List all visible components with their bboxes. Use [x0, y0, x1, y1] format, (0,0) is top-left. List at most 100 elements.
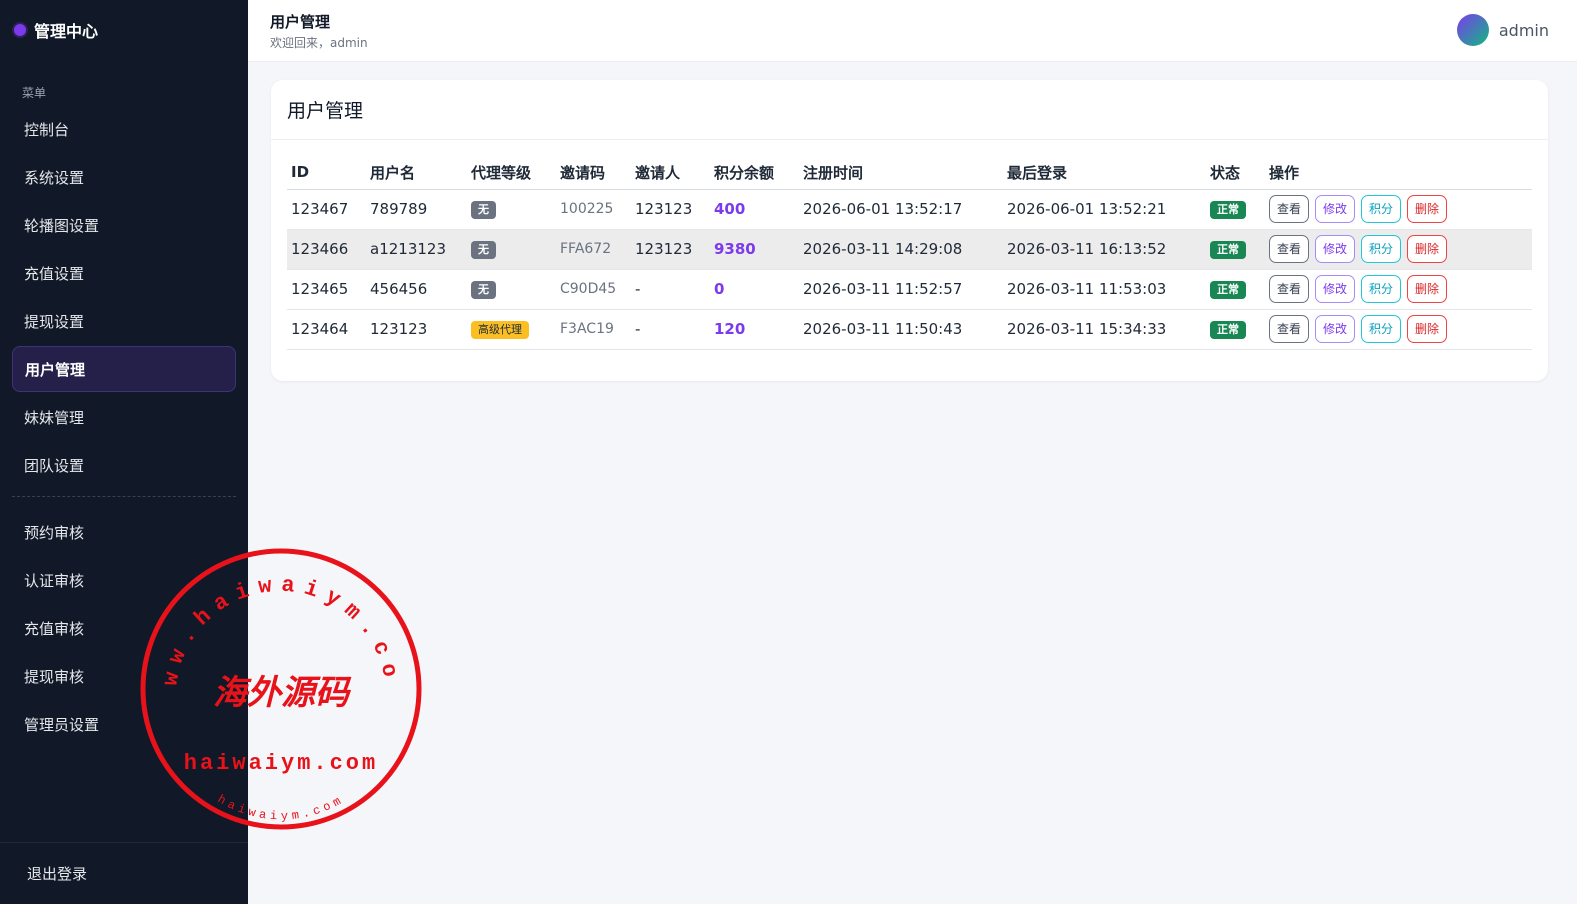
col-header-id: ID — [287, 156, 366, 190]
cell-status: 正常 — [1206, 269, 1265, 310]
cell-points: 9380 — [710, 229, 799, 270]
cell-registered: 2026-03-11 11:50:43 — [799, 309, 1003, 350]
col-header-last-login: 最后登录 — [1003, 156, 1206, 190]
cell-id: 123467 — [287, 189, 366, 230]
col-header-points: 积分余额 — [710, 156, 799, 190]
card-header: 用户管理 — [271, 80, 1548, 140]
cell-actions: 查看 修改 积分 删除 — [1265, 309, 1532, 350]
level-badge: 无 — [471, 241, 496, 259]
view-button[interactable]: 查看 — [1269, 315, 1310, 343]
svg-text:www.haiwaiym.com: www.haiwaiym.com — [138, 546, 404, 688]
cell-id: 123465 — [287, 269, 366, 310]
level-badge: 无 — [471, 201, 496, 219]
page-title: 用户管理 — [270, 13, 331, 31]
view-button[interactable]: 查看 — [1269, 195, 1310, 223]
col-header-inviter: 邀请人 — [631, 156, 710, 190]
cell-id: 123466 — [287, 229, 366, 270]
cell-status: 正常 — [1206, 189, 1265, 230]
cell-points: 0 — [710, 269, 799, 310]
avatar[interactable] — [1456, 14, 1489, 46]
points-button[interactable]: 积分 — [1361, 315, 1402, 343]
watermark-top-text: www.haiwaiym.com — [138, 546, 395, 688]
sidebar-item-recharge-settings[interactable]: 充值设置 — [12, 250, 236, 296]
cell-registered: 2026-03-11 11:52:57 — [799, 269, 1003, 310]
sidebar-bottom: 退出登录 — [0, 842, 248, 904]
sidebar-item-dashboard[interactable]: 控制台 — [12, 106, 236, 152]
cell-invite-code: C90D45 — [556, 269, 631, 310]
delete-button[interactable]: 删除 — [1407, 235, 1448, 263]
cell-registered: 2026-06-01 13:52:17 — [799, 189, 1003, 230]
table-row: 123466 a1213123 无 FFA672 123123 9380 202… — [287, 229, 1532, 270]
sidebar-item-carousel-settings[interactable]: 轮播图设置 — [12, 202, 236, 248]
sidebar-item-withdraw-settings[interactable]: 提现设置 — [12, 298, 236, 344]
cell-username: a1213123 — [366, 229, 467, 270]
cell-inviter: - — [631, 269, 710, 310]
cell-inviter: 123123 — [631, 229, 710, 270]
cell-username: 789789 — [366, 189, 467, 230]
user-management-card: 用户管理 ID 用户名 代理等级 邀请码 邀请人 积分余额 注册时间 最后登录 … — [271, 80, 1548, 381]
cell-invite-code: F3AC19 — [556, 309, 631, 350]
delete-button[interactable]: 删除 — [1407, 315, 1448, 343]
view-button[interactable]: 查看 — [1269, 275, 1310, 303]
edit-button[interactable]: 修改 — [1315, 235, 1356, 263]
points-button[interactable]: 积分 — [1361, 235, 1402, 263]
cell-last-login: 2026-03-11 16:13:52 — [1003, 229, 1206, 270]
edit-button[interactable]: 修改 — [1315, 275, 1356, 303]
status-badge: 正常 — [1210, 281, 1246, 299]
edit-button[interactable]: 修改 — [1315, 315, 1356, 343]
table-row: 123464 123123 高级代理 F3AC19 - 120 2026-03-… — [287, 309, 1532, 350]
cell-last-login: 2026-06-01 13:52:21 — [1003, 189, 1206, 230]
sidebar-item-user-management[interactable]: 用户管理 — [12, 346, 236, 392]
watermark-center-text: 海外源码 — [213, 673, 352, 713]
cell-points: 120 — [710, 309, 799, 350]
points-button[interactable]: 积分 — [1361, 275, 1402, 303]
delete-button[interactable]: 删除 — [1407, 275, 1448, 303]
logout-button[interactable]: 退出登录 — [27, 863, 87, 884]
cell-last-login: 2026-03-11 11:53:03 — [1003, 269, 1206, 310]
level-badge: 高级代理 — [471, 321, 529, 339]
cell-level: 无 — [467, 189, 556, 230]
card-title: 用户管理 — [287, 100, 364, 122]
sidebar-item-system-settings[interactable]: 系统设置 — [12, 154, 236, 200]
cell-level: 无 — [467, 229, 556, 270]
cell-invite-code: FFA672 — [556, 229, 631, 270]
edit-button[interactable]: 修改 — [1315, 195, 1356, 223]
status-badge: 正常 — [1210, 321, 1246, 339]
table-row: 123465 456456 无 C90D45 - 0 2026-03-11 11… — [287, 269, 1532, 310]
cell-registered: 2026-03-11 14:29:08 — [799, 229, 1003, 270]
col-header-level: 代理等级 — [467, 156, 556, 190]
watermark-bottom-text: haiwaiym.com — [184, 751, 378, 776]
col-header-actions: 操作 — [1265, 156, 1532, 190]
menu-divider — [12, 496, 236, 497]
cell-username: 123123 — [366, 309, 467, 350]
brand-dot-icon — [14, 24, 26, 36]
cell-inviter: - — [631, 309, 710, 350]
delete-button[interactable]: 删除 — [1407, 195, 1448, 223]
col-header-invite-code: 邀请码 — [556, 156, 631, 190]
cell-invite-code: 100225 — [556, 189, 631, 230]
col-header-username: 用户名 — [366, 156, 467, 190]
view-button[interactable]: 查看 — [1269, 235, 1310, 263]
menu-caption: 菜单 — [22, 86, 47, 100]
points-button[interactable]: 积分 — [1361, 195, 1402, 223]
sidebar-item-team-settings[interactable]: 团队设置 — [12, 442, 236, 488]
user-table-wrap: ID 用户名 代理等级 邀请码 邀请人 积分余额 注册时间 最后登录 状态 操作… — [287, 156, 1532, 350]
status-badge: 正常 — [1210, 201, 1246, 219]
col-header-status: 状态 — [1206, 156, 1265, 190]
cell-level: 高级代理 — [467, 309, 556, 350]
table-row: 123467 789789 无 100225 123123 400 2026-0… — [287, 189, 1532, 230]
cell-actions: 查看 修改 积分 删除 — [1265, 229, 1532, 270]
cell-actions: 查看 修改 积分 删除 — [1265, 269, 1532, 310]
cell-status: 正常 — [1206, 229, 1265, 270]
col-header-registered: 注册时间 — [799, 156, 1003, 190]
user-menu[interactable]: admin — [1456, 14, 1549, 46]
cell-actions: 查看 修改 积分 删除 — [1265, 189, 1532, 230]
cell-level: 无 — [467, 269, 556, 310]
sidebar-item-sister-management[interactable]: 妹妹管理 — [12, 394, 236, 440]
user-name[interactable]: admin — [1499, 21, 1549, 40]
cell-points: 400 — [710, 189, 799, 230]
table-header-row: ID 用户名 代理等级 邀请码 邀请人 积分余额 注册时间 最后登录 状态 操作 — [287, 156, 1532, 190]
cell-status: 正常 — [1206, 309, 1265, 350]
cell-username: 456456 — [366, 269, 467, 310]
cell-id: 123464 — [287, 309, 366, 350]
